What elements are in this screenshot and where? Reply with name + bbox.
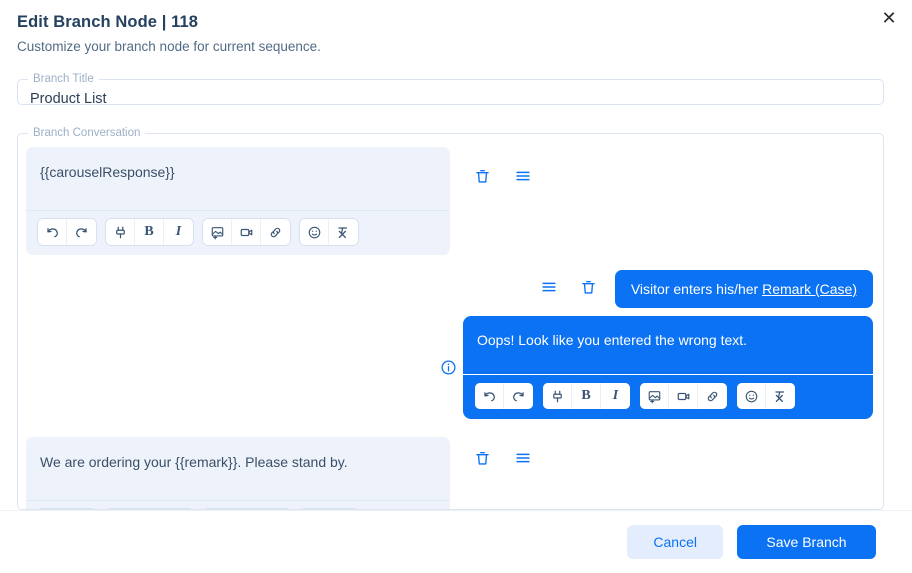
page-title: Edit Branch Node | 118: [17, 13, 199, 31]
trash-icon[interactable]: [474, 167, 492, 185]
branch-conversation-fieldset: Branch Conversation {{carouselResponse}}: [17, 127, 884, 510]
visitor-input-pill[interactable]: Visitor enters his/her Remark (Case): [614, 270, 873, 308]
branch-title-fieldset: Branch Title Product List: [17, 73, 884, 108]
trash-icon[interactable]: [580, 278, 598, 296]
menu-icon[interactable]: [514, 449, 532, 467]
message-actions-2: [540, 270, 598, 308]
conversation-scroll-area[interactable]: {{carouselResponse}} B I Visitor enters …: [18, 139, 883, 509]
branch-title-input[interactable]: Product List: [30, 90, 107, 108]
user-message-text[interactable]: Oops! Look like you entered the wrong te…: [463, 316, 873, 374]
link-button[interactable]: [698, 383, 727, 409]
redo-button[interactable]: [67, 219, 96, 245]
dialog-subtitle: Customize your branch node for current s…: [17, 39, 321, 54]
visitor-pill-prefix: Visitor enters his/her: [630, 281, 763, 297]
save-branch-button[interactable]: Save Branch: [737, 525, 876, 559]
undo-button[interactable]: [475, 383, 504, 409]
user-message-editor[interactable]: Oops! Look like you entered the wrong te…: [463, 316, 873, 419]
rich-text-toolbar-2: B I: [463, 374, 873, 419]
link-button[interactable]: [261, 219, 290, 245]
menu-icon[interactable]: [540, 278, 558, 296]
toolbar-group-extras: [737, 383, 795, 409]
bold-glyph: B: [581, 388, 591, 403]
bold-glyph: B: [144, 224, 154, 239]
message-actions-1: [474, 147, 532, 255]
bot-message-text-1[interactable]: {{carouselResponse}}: [26, 147, 450, 210]
attribute-button[interactable]: [543, 383, 572, 409]
emoji-button[interactable]: [737, 383, 766, 409]
image-button[interactable]: [203, 219, 232, 245]
branch-conversation-label: Branch Conversation: [33, 127, 141, 139]
toolbar-group-history: [38, 219, 96, 245]
message-row-user-editor: Oops! Look like you entered the wrong te…: [26, 316, 873, 419]
bold-button[interactable]: B: [135, 219, 164, 245]
message-row-bot-1: {{carouselResponse}} B I: [26, 147, 873, 255]
info-circle-icon: [440, 359, 457, 376]
bot-message-editor-1[interactable]: {{carouselResponse}} B I: [26, 147, 450, 255]
italic-button[interactable]: I: [164, 219, 193, 245]
toolbar-group-format: B I: [543, 383, 630, 409]
trash-icon[interactable]: [474, 449, 492, 467]
video-button[interactable]: [232, 219, 261, 245]
menu-icon[interactable]: [514, 167, 532, 185]
video-button[interactable]: [669, 383, 698, 409]
clear-format-button[interactable]: [766, 383, 795, 409]
branch-title-label: Branch Title: [33, 73, 94, 85]
dialog-footer: Cancel Save Branch: [0, 510, 912, 573]
toolbar-group-media: [640, 383, 727, 409]
clear-format-button[interactable]: [329, 219, 358, 245]
visitor-pill-variable[interactable]: Remark (Case): [762, 281, 857, 297]
message-row-visitor-pill: Visitor enters his/her Remark (Case): [26, 270, 873, 308]
toolbar-group-format: B I: [106, 219, 193, 245]
rich-text-toolbar-3: B I: [26, 500, 450, 509]
message-row-bot-2: We are ordering your {{remark}}. Please …: [26, 437, 873, 509]
emoji-button[interactable]: [300, 219, 329, 245]
toolbar-group-history: [475, 383, 533, 409]
italic-glyph: I: [175, 224, 182, 239]
message-actions-4: [474, 437, 532, 509]
close-icon[interactable]: ✕: [875, 4, 903, 32]
rich-text-toolbar-1: B I: [26, 210, 450, 255]
toolbar-group-media: [203, 219, 290, 245]
attribute-button[interactable]: [106, 219, 135, 245]
toolbar-group-extras: [300, 219, 358, 245]
italic-button[interactable]: I: [601, 383, 630, 409]
bot-message-editor-2[interactable]: We are ordering your {{remark}}. Please …: [26, 437, 450, 509]
italic-glyph: I: [612, 388, 619, 403]
cancel-button[interactable]: Cancel: [627, 525, 723, 559]
bold-button[interactable]: B: [572, 383, 601, 409]
undo-button[interactable]: [38, 219, 67, 245]
edit-branch-node-dialog: Edit Branch Node | 118 Customize your br…: [0, 0, 912, 573]
redo-button[interactable]: [504, 383, 533, 409]
image-button[interactable]: [640, 383, 669, 409]
dialog-header: Edit Branch Node | 118 Customize your br…: [0, 0, 912, 56]
bot-message-text-2[interactable]: We are ordering your {{remark}}. Please …: [26, 437, 450, 500]
